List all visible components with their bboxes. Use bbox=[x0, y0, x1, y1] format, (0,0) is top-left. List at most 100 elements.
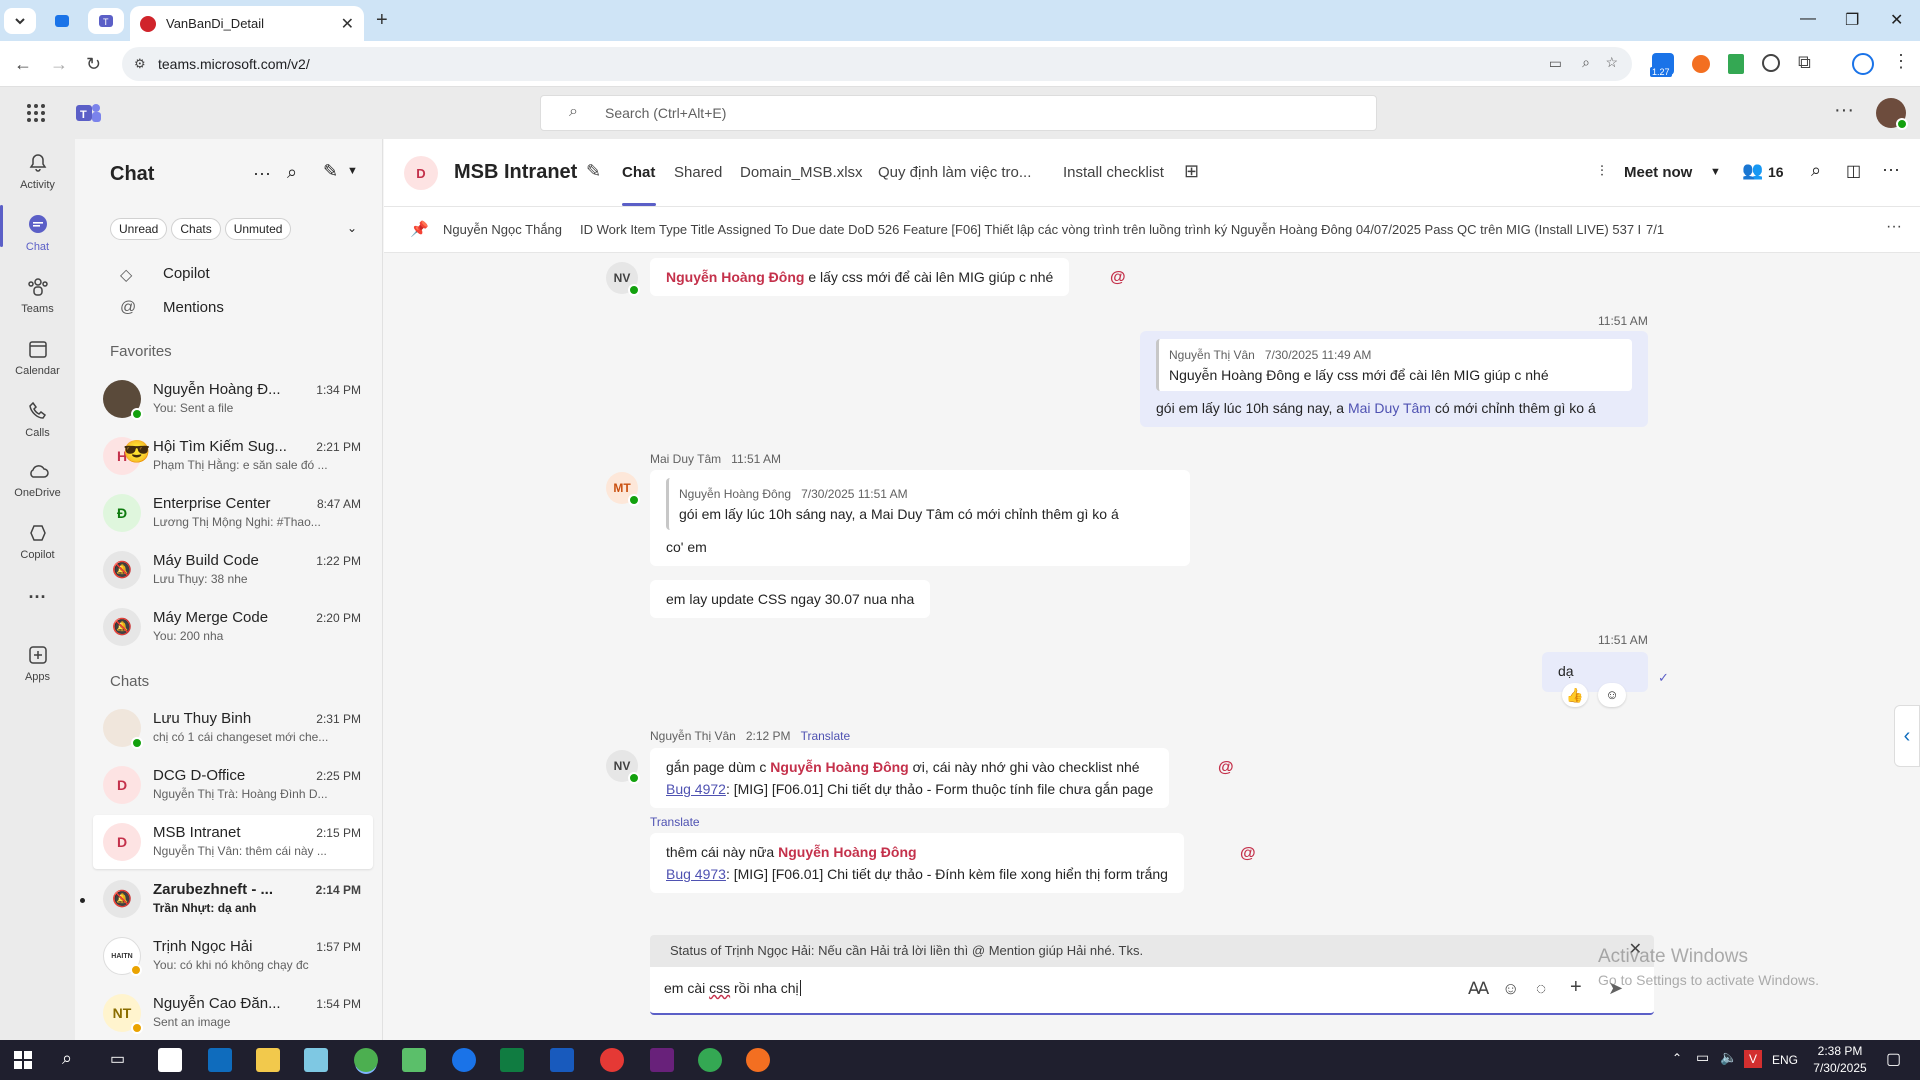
message-bubble-mine[interactable]: dạ bbox=[1542, 652, 1648, 692]
file-explorer-icon[interactable] bbox=[256, 1048, 280, 1072]
message-bubble[interactable]: Nguyễn Hoàng Đông 7/30/2025 11:51 AM gói… bbox=[650, 470, 1190, 566]
mention[interactable]: Nguyễn Hoàng Đông bbox=[778, 844, 916, 860]
pinned-tab-icon[interactable] bbox=[44, 8, 80, 34]
extension-orange-icon[interactable] bbox=[1692, 55, 1710, 73]
list-item[interactable]: Đ Enterprise Center 8:47 AM Lương Thị Mộ… bbox=[93, 486, 373, 540]
translate-link[interactable]: Translate bbox=[650, 815, 700, 829]
quoted-message[interactable]: Nguyễn Thị Vân 7/30/2025 11:49 AM Nguyễn… bbox=[1156, 339, 1632, 391]
emoji-icon[interactable]: ☺ bbox=[1502, 979, 1519, 999]
quoted-message[interactable]: Nguyễn Hoàng Đông 7/30/2025 11:51 AM gói… bbox=[666, 478, 1174, 530]
volume-icon[interactable]: 🔈 bbox=[1720, 1049, 1737, 1066]
chevron-down-icon[interactable]: ▼ bbox=[347, 165, 358, 177]
notepad-icon[interactable] bbox=[402, 1048, 426, 1072]
loop-icon[interactable]: ◌ bbox=[1536, 979, 1546, 999]
message-bubble-mine[interactable]: Nguyễn Thị Vân 7/30/2025 11:49 AM Nguyễn… bbox=[1140, 331, 1648, 427]
rail-teams[interactable]: Teams bbox=[0, 275, 75, 315]
bug-link[interactable]: Bug 4973 bbox=[666, 866, 726, 882]
back-icon[interactable]: ← bbox=[14, 54, 32, 75]
bug-link[interactable]: Bug 4972 bbox=[666, 781, 726, 797]
chrome-icon[interactable] bbox=[354, 1048, 378, 1072]
search-input[interactable]: ⌕ Search (Ctrl+Alt+E) bbox=[540, 95, 1377, 131]
mention-link[interactable]: Mai Duy Tâm bbox=[1348, 400, 1431, 416]
more-options-icon[interactable]: ··· bbox=[253, 163, 271, 184]
restore-button[interactable]: ❐ bbox=[1845, 10, 1859, 30]
rail-activity[interactable]: Activity bbox=[0, 151, 75, 191]
collapse-panel-icon[interactable]: ‹ bbox=[1894, 705, 1920, 767]
more-options-icon[interactable]: ··· bbox=[1882, 159, 1900, 180]
list-item[interactable]: 🔕 Zarubezhneft - ... 2:14 PM Trần Nhựt: … bbox=[93, 872, 373, 926]
pinned-message-bar[interactable]: 📌 Nguyễn Ngọc Thắng ID Work Item Type Ti… bbox=[384, 207, 1920, 253]
filter-unread[interactable]: Unread bbox=[110, 218, 168, 240]
rail-apps[interactable]: Apps bbox=[0, 643, 75, 683]
windows-start-icon[interactable] bbox=[14, 1051, 32, 1069]
bookmark-star-icon[interactable]: ☆ bbox=[1605, 54, 1618, 71]
format-icon[interactable]: Ꜳ bbox=[1468, 979, 1489, 999]
mention[interactable]: Nguyễn Hoàng Đông bbox=[666, 269, 804, 285]
message-bubble[interactable]: Nguyễn Hoàng Đông e lấy css mới để cài l… bbox=[650, 258, 1070, 296]
teams-tab-icon[interactable]: T bbox=[88, 8, 124, 34]
zoom-icon[interactable]: ⌕ bbox=[1582, 54, 1590, 71]
people-icon[interactable]: 👥 bbox=[1742, 161, 1763, 181]
reaction-thumbs-up-icon[interactable]: 👍 bbox=[1562, 683, 1588, 707]
outlook-icon[interactable] bbox=[208, 1048, 232, 1072]
message-compose-input[interactable]: em cài css rồi nha chị Ꜳ ☺ ◌ + ➤ bbox=[650, 967, 1654, 1015]
forward-icon[interactable]: → bbox=[50, 54, 68, 75]
tray-chevron-icon[interactable]: ⌃ bbox=[1672, 1051, 1682, 1065]
network-app-icon[interactable] bbox=[304, 1048, 328, 1072]
edit-pencil-icon[interactable]: ✎ bbox=[586, 161, 601, 182]
message-bubble[interactable]: gắn page dùm c Nguyễn Hoàng Đông ơi, cái… bbox=[650, 748, 1170, 808]
tab-quy-dinh[interactable]: Quy định làm việc tro... bbox=[878, 164, 1031, 181]
side-panel-icon[interactable]: ◫ bbox=[1846, 161, 1861, 181]
profile-icon[interactable] bbox=[1852, 53, 1874, 75]
more-options-icon[interactable]: ··· bbox=[1834, 99, 1854, 122]
rail-calls[interactable]: Calls bbox=[0, 399, 75, 439]
new-tab-button[interactable]: + bbox=[376, 9, 388, 32]
browser-tab-active[interactable]: VanBanDi_Detail ✕ bbox=[130, 6, 364, 41]
task-view-icon[interactable]: ▭ bbox=[110, 1049, 125, 1069]
more-apps-icon[interactable]: ··· bbox=[0, 587, 75, 608]
excel-icon[interactable] bbox=[500, 1048, 524, 1072]
tab-list-button[interactable] bbox=[4, 8, 36, 34]
tab-install-checklist[interactable]: Install checklist bbox=[1063, 164, 1164, 181]
list-item[interactable]: H 😎 Hội Tìm Kiếm Sug... 2:21 PM Phạm Thị… bbox=[93, 429, 373, 483]
extension-circle-icon[interactable] bbox=[1762, 54, 1780, 72]
list-item[interactable]: Lưu Thuy Binh 2:31 PM chị có 1 cái chang… bbox=[93, 701, 373, 755]
list-item[interactable]: Nguyễn Hoàng Đ... 1:34 PM You: Sent a fi… bbox=[93, 372, 373, 426]
chrome-profile-icon[interactable] bbox=[600, 1048, 624, 1072]
list-item[interactable]: HAITN Trịnh Ngọc Hải 1:57 PM You: có khi… bbox=[93, 929, 373, 983]
translate-link[interactable]: Translate bbox=[801, 729, 851, 743]
message-bubble[interactable]: em lay update CSS ngay 30.07 nua nha bbox=[650, 580, 931, 618]
minimize-button[interactable]: — bbox=[1800, 10, 1816, 28]
add-attachment-icon[interactable]: + bbox=[1570, 976, 1582, 999]
search-icon[interactable]: ⌕ bbox=[287, 162, 297, 183]
vietkey-icon[interactable]: V bbox=[1744, 1050, 1762, 1068]
extension-green-icon[interactable] bbox=[1728, 54, 1744, 74]
user-avatar[interactable] bbox=[1876, 98, 1908, 130]
messenger-icon[interactable] bbox=[452, 1048, 476, 1072]
add-reaction-icon[interactable]: ☺ bbox=[1598, 683, 1626, 707]
tab-domain-file[interactable]: Domain_MSB.xlsx bbox=[740, 164, 863, 181]
tab-chat[interactable]: Chat bbox=[622, 164, 655, 181]
input-language[interactable]: ENG bbox=[1772, 1053, 1798, 1067]
clock-date[interactable]: 7/30/2025 bbox=[1806, 1061, 1874, 1075]
close-window-button[interactable]: ✕ bbox=[1890, 10, 1903, 30]
tab-shared[interactable]: Shared bbox=[674, 164, 722, 181]
add-tab-icon[interactable]: ⊞ bbox=[1184, 161, 1199, 182]
close-tab-icon[interactable]: ✕ bbox=[341, 14, 354, 34]
network-tray-icon[interactable]: ▭ bbox=[1696, 1049, 1709, 1066]
more-options-icon[interactable]: ··· bbox=[1886, 218, 1902, 236]
list-item[interactable]: D DCG D-Office 2:25 PM Nguyễn Thị Trà: H… bbox=[93, 758, 373, 812]
app-orange-icon[interactable] bbox=[746, 1048, 770, 1072]
copilot-item[interactable]: Copilot bbox=[163, 265, 210, 282]
filter-unmuted[interactable]: Unmuted bbox=[224, 218, 292, 240]
mention[interactable]: Nguyễn Hoàng Đông bbox=[770, 759, 908, 775]
list-item[interactable]: 🔕 Máy Merge Code 2:20 PM You: 200 nha bbox=[93, 600, 373, 654]
word-icon[interactable] bbox=[550, 1048, 574, 1072]
mentions-item[interactable]: Mentions bbox=[163, 299, 224, 316]
chrome-alt-icon[interactable] bbox=[698, 1048, 722, 1072]
address-bar[interactable]: ⚙ teams.microsoft.com/v2/ ▭ ⌕ ☆ bbox=[122, 47, 1632, 81]
site-info-icon[interactable]: ⚙ bbox=[134, 56, 146, 72]
notion-icon[interactable] bbox=[158, 1048, 182, 1072]
filter-chats[interactable]: Chats bbox=[171, 218, 221, 240]
notification-icon[interactable]: ▢ bbox=[1886, 1049, 1901, 1069]
